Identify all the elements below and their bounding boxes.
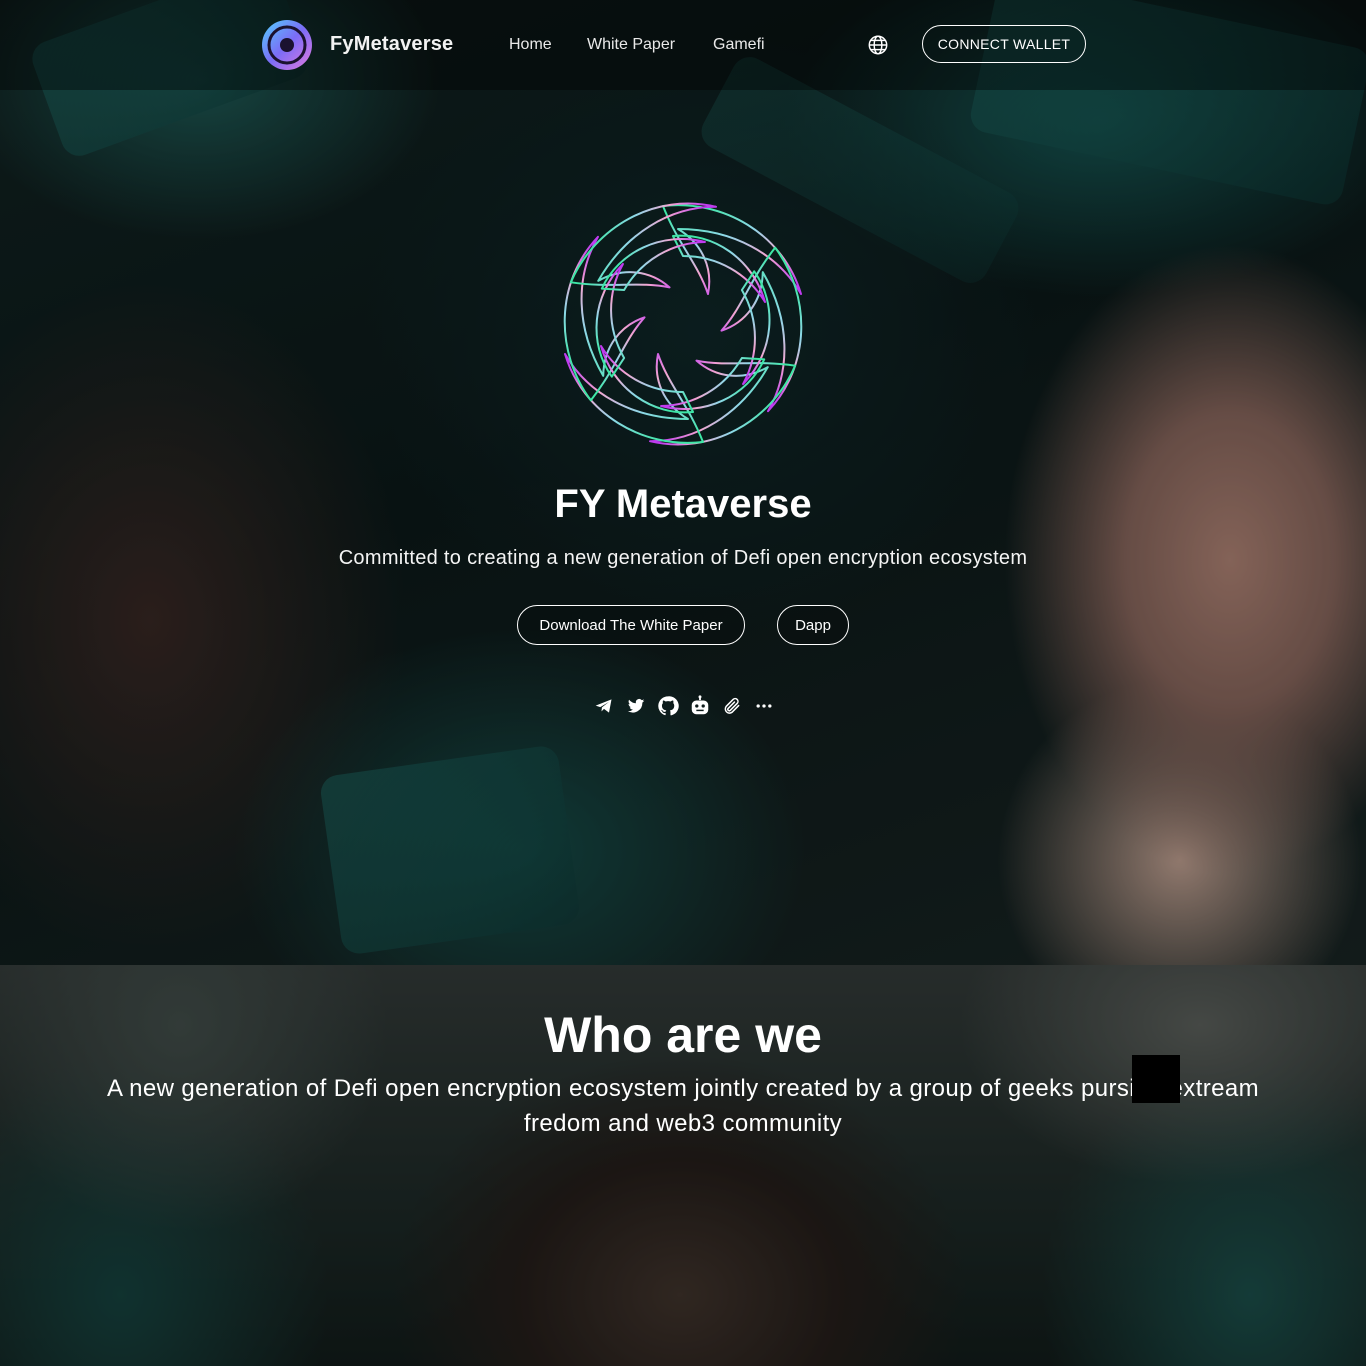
more-icon[interactable]: [752, 694, 776, 718]
social-links: [592, 694, 776, 718]
telegram-icon[interactable]: [592, 694, 616, 718]
dapp-button[interactable]: Dapp: [777, 605, 849, 645]
download-white-paper-button[interactable]: Download The White Paper: [517, 605, 745, 645]
github-icon[interactable]: [656, 694, 680, 718]
connect-wallet-button[interactable]: CONNECT WALLET: [922, 25, 1086, 63]
paperclip-icon[interactable]: [720, 694, 744, 718]
about-text: A new generation of Defi open encryption…: [106, 1075, 1260, 1137]
nav-white-paper[interactable]: White Paper: [587, 36, 675, 54]
site-header: FyMetaverse Home White Paper Gamefi CONN…: [0, 0, 1366, 90]
hero-logo-icon: [563, 202, 803, 446]
overlay-box: [1132, 1055, 1180, 1103]
globe-icon[interactable]: [867, 34, 889, 56]
twitter-icon[interactable]: [624, 694, 648, 718]
brand-name[interactable]: FyMetaverse: [330, 33, 453, 56]
nav-gamefi[interactable]: Gamefi: [713, 36, 765, 54]
hero-subtitle: Committed to creating a new generation o…: [338, 547, 1028, 569]
brand-logo-icon[interactable]: [261, 19, 313, 71]
robot-icon[interactable]: [688, 694, 712, 718]
hero-title: FY Metaverse: [554, 482, 812, 526]
nav-home[interactable]: Home: [509, 36, 552, 54]
